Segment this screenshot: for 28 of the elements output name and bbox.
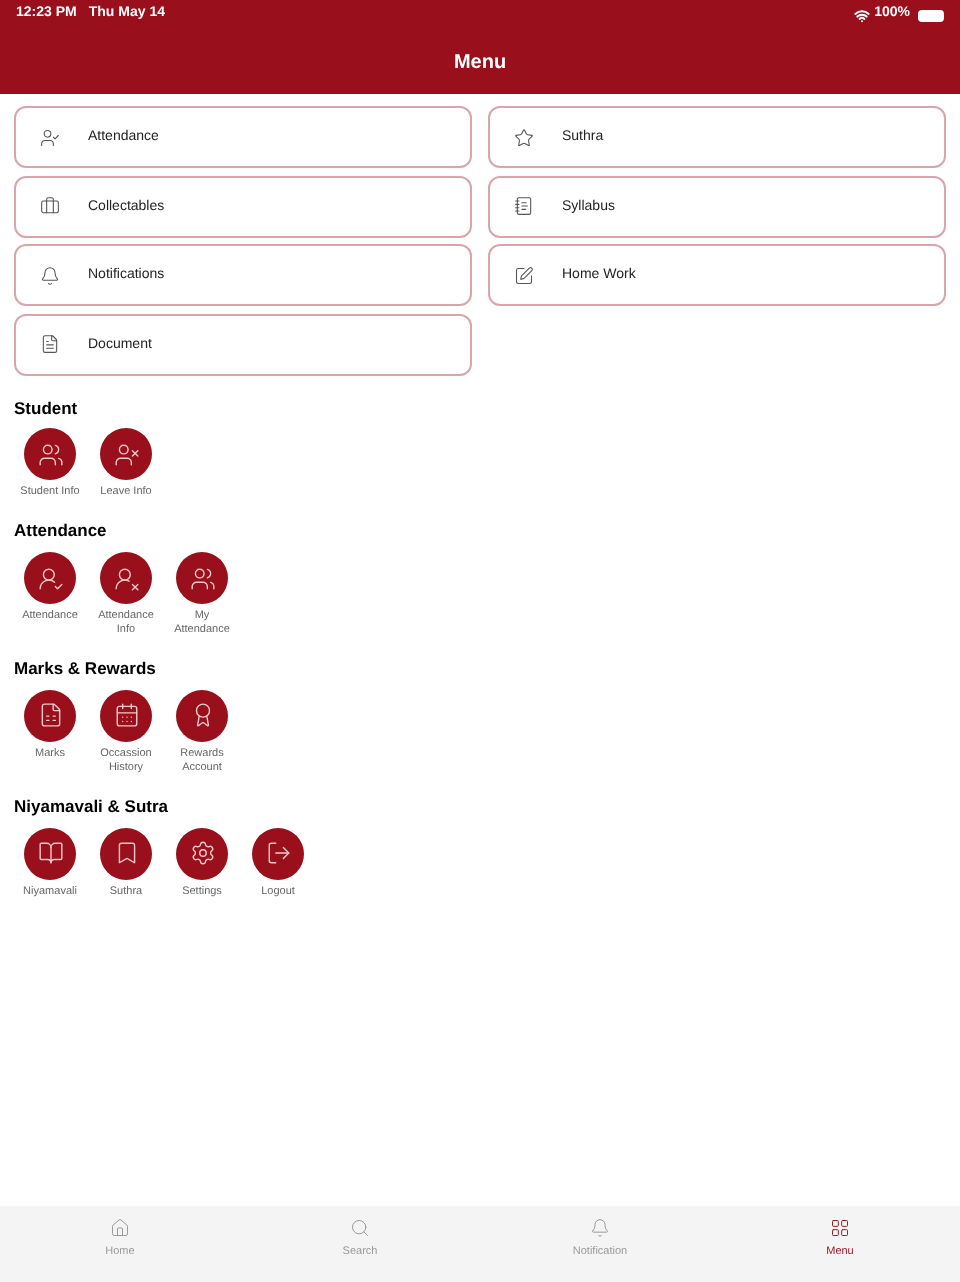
section-heading: Niyamavali & Sutra bbox=[14, 793, 171, 819]
bookmark-icon bbox=[113, 840, 139, 866]
book-icon bbox=[37, 840, 63, 866]
section-heading: Student bbox=[14, 395, 80, 421]
grid-icon bbox=[830, 1218, 850, 1238]
search-icon bbox=[350, 1218, 370, 1238]
user-check-icon bbox=[40, 127, 60, 147]
users-icon bbox=[37, 441, 63, 468]
settings-icon bbox=[189, 840, 215, 866]
document-icon bbox=[40, 334, 60, 354]
header-title: Menu bbox=[453, 49, 507, 77]
briefcase-icon bbox=[40, 196, 60, 216]
wifi-icon bbox=[854, 7, 871, 23]
bell-icon bbox=[590, 1218, 610, 1238]
user-check-icon bbox=[37, 565, 63, 591]
document-icon bbox=[37, 702, 63, 729]
calendar-icon bbox=[113, 702, 139, 729]
home-icon bbox=[110, 1218, 130, 1238]
section-heading: Marks & Rewards bbox=[14, 656, 158, 682]
logout-icon bbox=[265, 840, 291, 866]
section-heading: Attendance bbox=[14, 518, 109, 544]
users-icon bbox=[189, 565, 215, 591]
notebook-icon bbox=[514, 196, 534, 216]
edit-icon bbox=[514, 265, 534, 285]
star-icon bbox=[514, 127, 534, 147]
bell-icon bbox=[40, 265, 60, 285]
user-x-icon bbox=[113, 441, 139, 468]
battery-icon bbox=[918, 9, 944, 21]
